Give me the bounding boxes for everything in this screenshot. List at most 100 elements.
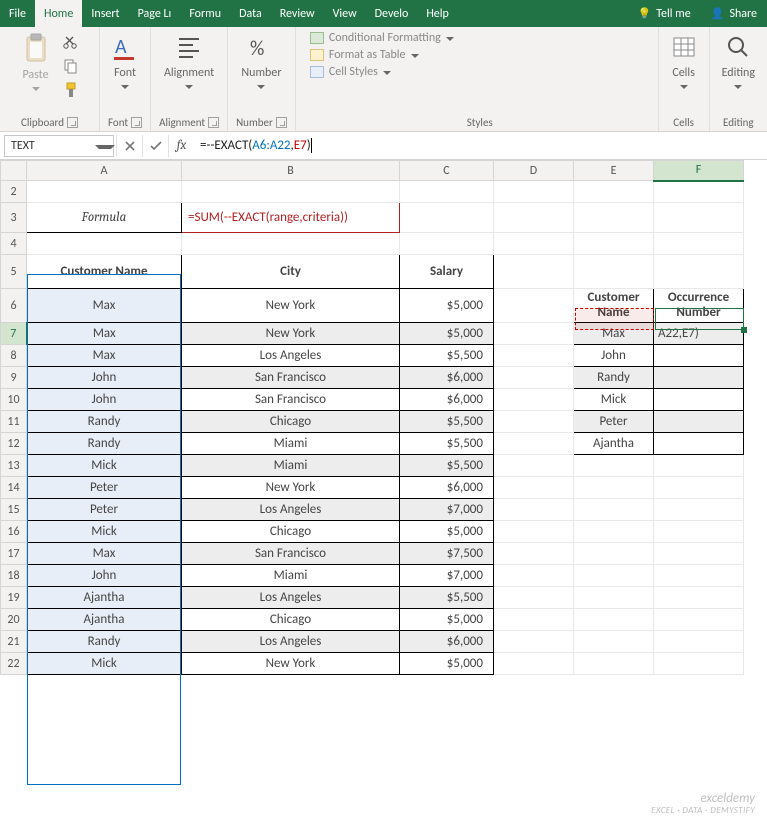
cell-F6[interactable]: OccurrenceNumber (654, 289, 744, 323)
row-header-2[interactable]: 2 (1, 181, 27, 203)
cell-D2[interactable] (494, 181, 574, 203)
row-header-5[interactable]: 5 (1, 255, 27, 289)
cell-E14[interactable] (574, 477, 654, 499)
cell-F11[interactable] (654, 411, 744, 433)
cell-B2[interactable] (182, 181, 400, 203)
cell-E19[interactable] (574, 587, 654, 609)
cell-E9[interactable]: Randy (574, 367, 654, 389)
cell-C15[interactable]: $7,000 (400, 499, 494, 521)
formula-input[interactable]: =--EXACT(A6:A22,E7) (194, 138, 767, 153)
tab-review[interactable]: Review (271, 0, 324, 27)
cell-F18[interactable] (654, 565, 744, 587)
cell-B13[interactable]: Miami (182, 455, 400, 477)
alignment-group-button[interactable]: Alignment (160, 31, 218, 91)
tab-insert[interactable]: Insert (82, 0, 128, 27)
fill-handle[interactable] (741, 327, 747, 333)
cell-C12[interactable]: $5,500 (400, 433, 494, 455)
row-header-9[interactable]: 9 (1, 367, 27, 389)
format-as-table-button[interactable]: Format as Table (310, 48, 419, 62)
cell-D3[interactable] (494, 203, 574, 233)
cell-A19[interactable]: Ajantha (27, 587, 182, 609)
editing-group-button[interactable]: Editing (718, 31, 759, 91)
cell-B4[interactable] (182, 233, 400, 255)
cell-F8[interactable] (654, 345, 744, 367)
col-A[interactable]: A (27, 161, 182, 181)
row-header-20[interactable]: 20 (1, 609, 27, 631)
cell-A9[interactable]: John (27, 367, 182, 389)
tab-help[interactable]: Help (417, 0, 458, 27)
cell-A16[interactable]: Mick (27, 521, 182, 543)
cell-E3[interactable] (574, 203, 654, 233)
cell-E21[interactable] (574, 631, 654, 653)
cell-E13[interactable] (574, 455, 654, 477)
cell-E22[interactable] (574, 653, 654, 675)
tab-file[interactable]: File (0, 0, 35, 27)
cell-B20[interactable]: Chicago (182, 609, 400, 631)
cell-C10[interactable]: $6,000 (400, 389, 494, 411)
cell-D7[interactable] (494, 323, 574, 345)
cell-F7[interactable]: A22,E7) (654, 323, 744, 345)
row-header-17[interactable]: 17 (1, 543, 27, 565)
cell-B12[interactable]: Miami (182, 433, 400, 455)
cell-A8[interactable]: Max (27, 345, 182, 367)
cell-B21[interactable]: Los Angeles (182, 631, 400, 653)
cell-A2[interactable] (27, 181, 182, 203)
column-headers[interactable]: A B C D E F (1, 161, 744, 181)
cell-C21[interactable]: $6,000 (400, 631, 494, 653)
insert-function-button[interactable]: fx (168, 135, 194, 157)
dialog-launcher-icon[interactable] (208, 117, 219, 128)
cell-A11[interactable]: Randy (27, 411, 182, 433)
cell-C20[interactable]: $5,000 (400, 609, 494, 631)
cell-F15[interactable] (654, 499, 744, 521)
cell-A18[interactable]: John (27, 565, 182, 587)
cell-E18[interactable] (574, 565, 654, 587)
cell-B16[interactable]: Chicago (182, 521, 400, 543)
cell-A6[interactable]: Max (27, 289, 182, 323)
cell-C5[interactable]: Salary (400, 255, 494, 289)
cell-D8[interactable] (494, 345, 574, 367)
cell-C8[interactable]: $5,500 (400, 345, 494, 367)
cell-D19[interactable] (494, 587, 574, 609)
cell-C3[interactable] (400, 203, 494, 233)
cell-B7[interactable]: New York (182, 323, 400, 345)
cell-E12[interactable]: Ajantha (574, 433, 654, 455)
cell-E11[interactable]: Peter (574, 411, 654, 433)
conditional-formatting-button[interactable]: Conditional Formatting (310, 31, 454, 45)
cell-C13[interactable]: $5,500 (400, 455, 494, 477)
cell-D13[interactable] (494, 455, 574, 477)
cell-A10[interactable]: John (27, 389, 182, 411)
cell-B19[interactable]: Los Angeles (182, 587, 400, 609)
cell-F17[interactable] (654, 543, 744, 565)
cell-F13[interactable] (654, 455, 744, 477)
cell-C14[interactable]: $6,000 (400, 477, 494, 499)
number-group-button[interactable]: % Number (237, 31, 285, 91)
name-box[interactable]: TEXT (4, 135, 114, 157)
cell-C22[interactable]: $5,000 (400, 653, 494, 675)
cell-E15[interactable] (574, 499, 654, 521)
cell-B22[interactable]: New York (182, 653, 400, 675)
col-E[interactable]: E (574, 161, 654, 181)
cell-A12[interactable]: Randy (27, 433, 182, 455)
cell-B10[interactable]: San Francisco (182, 389, 400, 411)
col-F[interactable]: F (654, 161, 744, 181)
cell-F12[interactable] (654, 433, 744, 455)
cell-C4[interactable] (400, 233, 494, 255)
cell-B15[interactable]: Los Angeles (182, 499, 400, 521)
cell-D15[interactable] (494, 499, 574, 521)
row-header-22[interactable]: 22 (1, 653, 27, 675)
cell-E2[interactable] (574, 181, 654, 203)
tab-home[interactable]: Home (35, 0, 82, 27)
tab-view[interactable]: View (324, 0, 366, 27)
cell-E7[interactable]: Max (574, 323, 654, 345)
cell-D20[interactable] (494, 609, 574, 631)
cell-A5[interactable]: Customer Name (27, 255, 182, 289)
cell-D22[interactable] (494, 653, 574, 675)
cell-C7[interactable]: $5,000 (400, 323, 494, 345)
cell-A7[interactable]: Max (27, 323, 182, 345)
tab-developer[interactable]: Develo (366, 0, 418, 27)
cell-E8[interactable]: John (574, 345, 654, 367)
row-header-11[interactable]: 11 (1, 411, 27, 433)
cell-F14[interactable] (654, 477, 744, 499)
col-D[interactable]: D (494, 161, 574, 181)
row-header-16[interactable]: 16 (1, 521, 27, 543)
